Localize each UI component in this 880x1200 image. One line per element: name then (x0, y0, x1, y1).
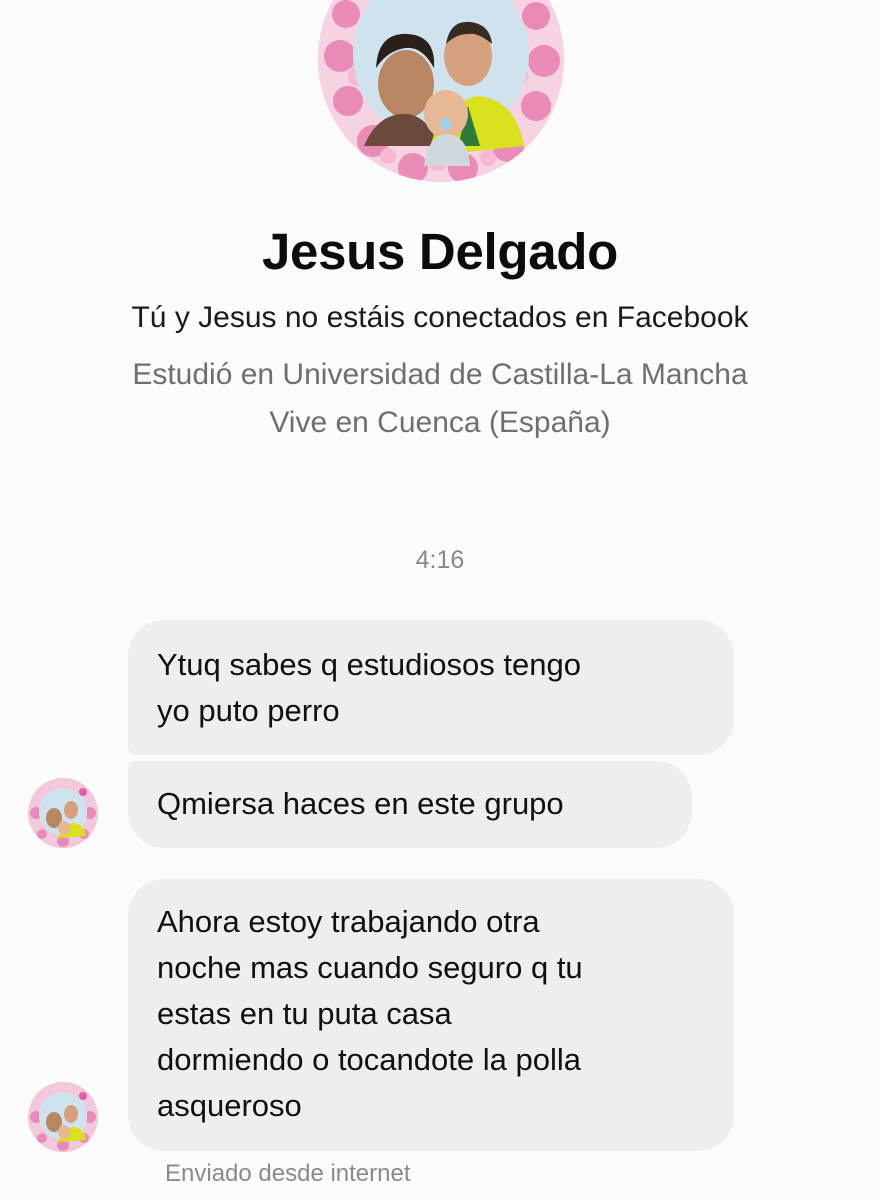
message-bubble[interactable]: Ahora estoy trabajando otra noche mas cu… (128, 879, 734, 1151)
message-bubble[interactable]: Qmiersa haces en este grupo (128, 761, 692, 848)
message-timestamp: 4:16 (415, 546, 465, 574)
connection-note: Tú y Jesus no estáis conectados en Faceb… (131, 301, 749, 334)
sent-via-note: Enviado desde internet (165, 1160, 411, 1187)
profile-name: Jesus Delgado (261, 223, 619, 280)
profile-photo[interactable] (318, 0, 564, 182)
profile-photo-family-icon (318, 0, 564, 182)
profile-education: Estudió en Universidad de Castilla-La Ma… (132, 358, 748, 391)
sender-avatar-icon (28, 1082, 98, 1152)
profile-location: Vive en Cuenca (España) (269, 406, 611, 439)
sender-avatar[interactable] (28, 1082, 98, 1152)
message-bubble[interactable]: Ytuq sabes q estudiosos tengo yo puto pe… (128, 620, 734, 755)
sender-avatar-icon (28, 778, 98, 848)
sender-avatar[interactable] (28, 778, 98, 848)
